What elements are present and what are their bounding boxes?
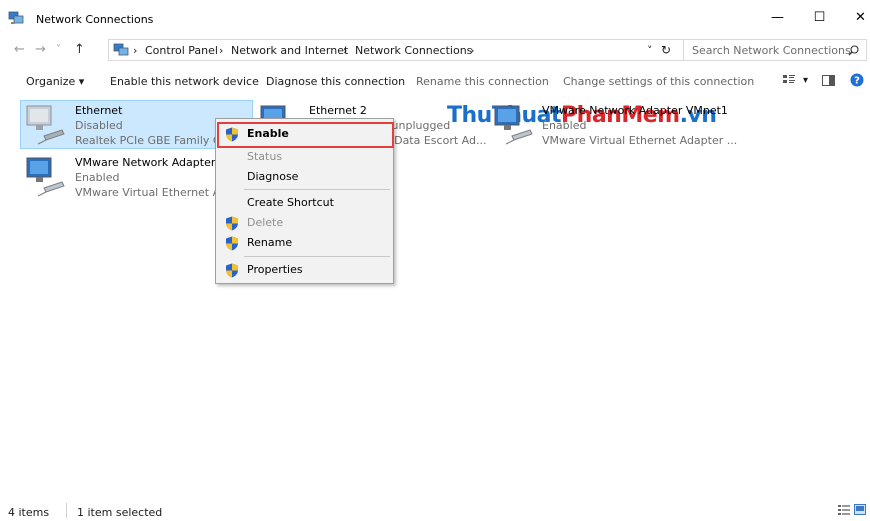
item-name: VMware Network Adapter VMnet1 <box>542 104 728 117</box>
menu-label: Status <box>247 150 283 163</box>
item-name: Ethernet 2 <box>309 104 367 117</box>
breadcrumb-network-connections[interactable]: Network Connections <box>355 44 472 57</box>
diagnose-connection-button[interactable]: Diagnose this connection <box>266 75 405 88</box>
network-connections-icon <box>8 11 24 24</box>
breadcrumb-separator: › <box>219 44 224 57</box>
organize-button[interactable]: Organize ▾ <box>26 75 84 88</box>
item-device: VMware Virtual Ethernet Adapter ... <box>542 134 738 147</box>
change-settings-button[interactable]: Change settings of this connection <box>563 75 754 88</box>
item-status: Enabled <box>542 119 587 132</box>
menu-label: Rename <box>247 236 293 249</box>
change-view-icon[interactable] <box>782 74 796 87</box>
enable-device-button[interactable]: Enable this network device <box>110 75 259 88</box>
menu-label: Properties <box>247 263 303 276</box>
breadcrumb-network-and-internet[interactable]: Network and Internet <box>231 44 348 57</box>
network-adapter-icon <box>26 157 65 197</box>
network-adapter-disabled-icon <box>26 105 65 145</box>
back-button[interactable]: ← <box>14 42 25 57</box>
menu-item-create-shortcut[interactable]: Create Shortcut <box>216 193 393 213</box>
breadcrumb-separator: › <box>133 44 138 57</box>
refresh-icon[interactable]: ↻ <box>661 43 671 57</box>
uac-shield-icon <box>226 263 238 278</box>
menu-item-delete[interactable]: Delete <box>216 213 393 233</box>
status-divider <box>66 503 67 518</box>
search-icon <box>848 45 859 56</box>
network-adapter-icon <box>494 105 533 145</box>
menu-label: Delete <box>247 216 284 229</box>
rename-connection-button[interactable]: Rename this connection <box>416 75 549 88</box>
breadcrumb-separator: › <box>470 44 475 57</box>
uac-shield-icon <box>226 236 238 251</box>
item-name: Ethernet <box>75 104 123 117</box>
window-title: Network Connections <box>36 13 154 26</box>
large-icons-view-icon[interactable] <box>854 504 866 515</box>
uac-shield-icon <box>226 216 238 231</box>
breadcrumb-control-panel[interactable]: Control Panel <box>145 44 218 57</box>
menu-item-diagnose[interactable]: Diagnose <box>216 167 393 187</box>
forward-button[interactable]: → <box>35 42 46 57</box>
address-dropdown-icon[interactable]: ˅ <box>647 44 653 57</box>
details-view-icon[interactable] <box>838 504 850 515</box>
menu-separator <box>244 189 390 190</box>
view-dropdown-icon[interactable]: ▾ <box>803 75 808 86</box>
menu-label: Create Shortcut <box>247 196 334 209</box>
selection-count: 1 item selected <box>77 506 163 519</box>
search-input[interactable]: Search Network Connections <box>683 39 867 61</box>
maximize-button[interactable]: ☐ <box>797 0 842 34</box>
item-name: VMware Network Adapter VMnet8 <box>75 156 215 169</box>
menu-item-properties[interactable]: Properties <box>216 260 393 280</box>
menu-item-rename[interactable]: Rename <box>216 233 393 253</box>
item-status: Enabled <box>75 171 120 184</box>
search-placeholder: Search Network Connections <box>692 44 851 57</box>
recent-locations-button[interactable]: ˅ <box>56 44 61 55</box>
svg-text:?: ? <box>854 76 860 87</box>
minimize-button[interactable]: — <box>755 0 800 34</box>
help-icon[interactable]: ? <box>850 73 864 87</box>
preview-pane-icon[interactable] <box>822 75 835 86</box>
item-device: VMware Virtual Ethernet Adapter ... <box>75 186 215 199</box>
up-button[interactable]: ↑ <box>74 42 85 57</box>
menu-label: Diagnose <box>247 170 299 183</box>
breadcrumb-separator: › <box>343 44 348 57</box>
item-count: 4 items <box>8 506 50 519</box>
menu-item-status[interactable]: Status <box>216 147 393 167</box>
enable-highlight-box <box>217 122 394 148</box>
menu-separator <box>244 256 390 257</box>
item-status: Disabled <box>75 119 123 132</box>
close-button[interactable]: ✕ <box>838 0 870 34</box>
control-panel-icon <box>113 43 129 56</box>
